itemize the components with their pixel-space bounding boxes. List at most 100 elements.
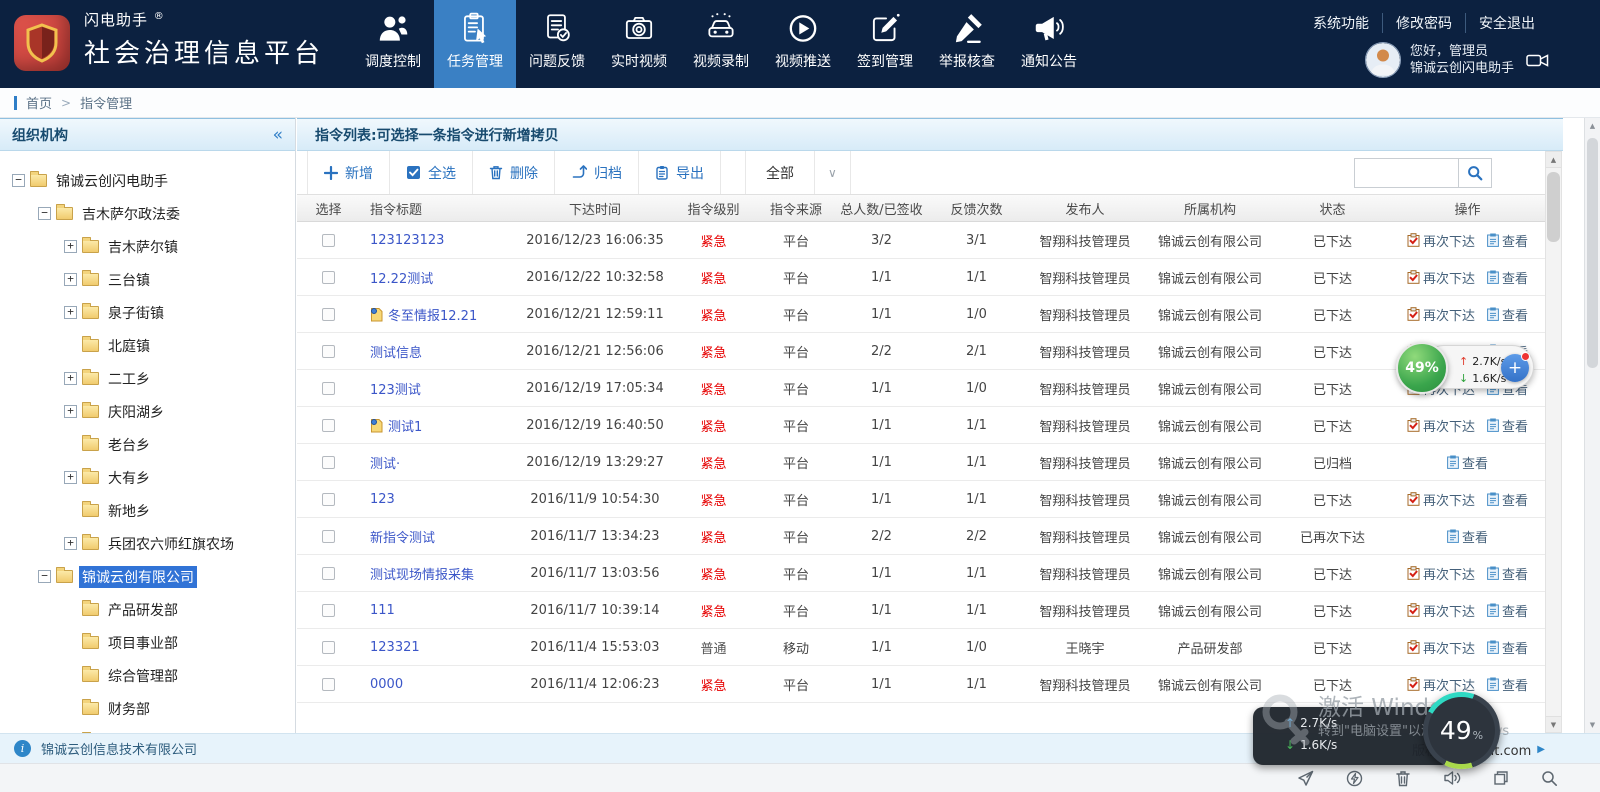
tree-plus-icon[interactable]: +: [64, 240, 77, 253]
redeliver-link[interactable]: 再次下达: [1407, 416, 1475, 435]
tree-node[interactable]: −吉木萨尔政法委: [10, 197, 295, 230]
tree-node[interactable]: 财务部: [10, 692, 295, 725]
row-checkbox[interactable]: [322, 271, 335, 284]
system-functions-link[interactable]: 系统功能: [1300, 13, 1382, 33]
nav-item-task[interactable]: 任务管理: [434, 0, 516, 88]
nav-item-feedback[interactable]: 问题反馈: [516, 0, 598, 88]
redeliver-link[interactable]: 再次下达: [1407, 601, 1475, 620]
tree-plus-icon[interactable]: +: [64, 405, 77, 418]
view-link[interactable]: 查看: [1487, 268, 1528, 287]
tree-node[interactable]: −锦诚云创闪电助手: [10, 164, 295, 197]
window-restore-icon[interactable]: [1493, 770, 1509, 786]
scroll-down-icon[interactable]: ▼: [1585, 717, 1600, 733]
tree-node[interactable]: +泉子街镇: [10, 296, 295, 329]
redeliver-link[interactable]: 再次下达: [1407, 305, 1475, 324]
tree-node[interactable]: +三台镇: [10, 263, 295, 296]
search-input[interactable]: [1354, 158, 1458, 188]
tree-node[interactable]: 老台乡: [10, 428, 295, 461]
row-checkbox[interactable]: [322, 308, 335, 321]
page-scrollbar-thumb[interactable]: [1587, 138, 1598, 368]
command-title-link[interactable]: 123321: [370, 640, 420, 655]
redeliver-link[interactable]: 再次下达: [1407, 490, 1475, 509]
tree-node[interactable]: 项目事业部: [10, 626, 295, 659]
row-checkbox[interactable]: [322, 567, 335, 580]
command-title-link[interactable]: 111: [370, 603, 395, 618]
view-link[interactable]: 查看: [1487, 490, 1528, 509]
nav-item-report-check[interactable]: 举报核查: [926, 0, 1008, 88]
view-link[interactable]: 查看: [1487, 564, 1528, 583]
command-title-link[interactable]: 123123123: [370, 233, 444, 248]
performance-ball[interactable]: 49%: [1423, 692, 1500, 769]
view-link[interactable]: 查看: [1487, 416, 1528, 435]
add-button[interactable]: 新增: [308, 151, 390, 194]
breadcrumb-home[interactable]: 首页: [26, 93, 52, 112]
select-all-button[interactable]: 全选: [390, 151, 473, 194]
dart-icon[interactable]: [1297, 770, 1314, 787]
tree-node[interactable]: −锦诚云创有限公司: [10, 560, 295, 593]
scrollbar-thumb[interactable]: [1547, 172, 1560, 242]
row-checkbox[interactable]: [322, 419, 335, 432]
flash-circle-icon[interactable]: [1346, 770, 1363, 787]
tree-node[interactable]: +大有乡: [10, 461, 295, 494]
row-checkbox[interactable]: [322, 345, 335, 358]
tree-plus-icon[interactable]: +: [64, 306, 77, 319]
redeliver-link[interactable]: 再次下达: [1407, 638, 1475, 657]
row-checkbox[interactable]: [322, 641, 335, 654]
view-link[interactable]: 查看: [1487, 601, 1528, 620]
redeliver-link[interactable]: 再次下达: [1407, 675, 1475, 694]
expand-arrow-icon[interactable]: ▶: [1537, 744, 1545, 755]
tree-plus-icon[interactable]: +: [64, 471, 77, 484]
page-scrollbar[interactable]: ▲ ▼: [1584, 118, 1600, 733]
view-link[interactable]: 查看: [1487, 675, 1528, 694]
nav-item-video-push[interactable]: 视频推送: [762, 0, 844, 88]
tree-minus-icon[interactable]: −: [38, 570, 51, 583]
search-button[interactable]: [1458, 158, 1492, 188]
nav-item-notice[interactable]: 通知公告: [1008, 0, 1090, 88]
speaker-icon[interactable]: [1443, 770, 1461, 786]
row-checkbox[interactable]: [322, 234, 335, 247]
scroll-up-icon[interactable]: ▲: [1546, 152, 1561, 168]
nav-item-dispatch[interactable]: 调度控制: [352, 0, 434, 88]
tree-node[interactable]: +庆阳湖乡: [10, 395, 295, 428]
tree-node[interactable]: +吉木萨尔镇: [10, 230, 295, 263]
command-title-link[interactable]: 123测试: [370, 379, 421, 398]
logout-link[interactable]: 安全退出: [1465, 13, 1548, 33]
tree-plus-icon[interactable]: +: [64, 537, 77, 550]
command-title-link[interactable]: 冬至情报12.21: [388, 305, 477, 324]
redeliver-link[interactable]: 再次下达: [1407, 564, 1475, 583]
row-checkbox[interactable]: [322, 530, 335, 543]
row-checkbox[interactable]: [322, 382, 335, 395]
redeliver-link[interactable]: 再次下达: [1407, 268, 1475, 287]
tree-node[interactable]: 产品研发部: [10, 593, 295, 626]
change-password-link[interactable]: 修改密码: [1382, 13, 1465, 33]
scroll-down-icon[interactable]: ▼: [1546, 716, 1561, 732]
command-title-link[interactable]: 测试信息: [370, 342, 422, 361]
view-link[interactable]: 查看: [1487, 231, 1528, 250]
view-link[interactable]: 查看: [1487, 638, 1528, 657]
delete-button[interactable]: 删除: [473, 151, 555, 194]
tree-node[interactable]: +兵团农六师红旗农场: [10, 527, 295, 560]
filter-dropdown[interactable]: 全部 ∨: [745, 151, 851, 194]
trash-icon[interactable]: [1395, 770, 1411, 787]
tree-node[interactable]: +二工乡: [10, 362, 295, 395]
command-title-link[interactable]: 测试现场情报采集: [370, 564, 474, 583]
command-title-link[interactable]: 12.22测试: [370, 268, 433, 287]
redeliver-link[interactable]: 再次下达: [1407, 231, 1475, 250]
nav-item-checkin[interactable]: 签到管理: [844, 0, 926, 88]
row-checkbox[interactable]: [322, 456, 335, 469]
row-checkbox[interactable]: [322, 493, 335, 506]
archive-button[interactable]: 归档: [555, 151, 639, 194]
scroll-up-icon[interactable]: ▲: [1585, 118, 1600, 134]
tree-minus-icon[interactable]: −: [12, 174, 25, 187]
export-button[interactable]: 导出: [639, 151, 721, 194]
memory-usage-ball[interactable]: 49%: [1396, 342, 1448, 394]
tree-node[interactable]: 北庭镇: [10, 329, 295, 362]
tree-plus-icon[interactable]: +: [64, 273, 77, 286]
table-scrollbar[interactable]: ▲ ▼: [1545, 151, 1562, 733]
row-checkbox[interactable]: [322, 678, 335, 691]
command-title-link[interactable]: 123: [370, 492, 395, 507]
tree-minus-icon[interactable]: −: [38, 207, 51, 220]
command-title-link[interactable]: 测试1: [388, 416, 422, 435]
zoom-icon[interactable]: [1541, 770, 1558, 787]
command-title-link[interactable]: 0000: [370, 677, 403, 692]
